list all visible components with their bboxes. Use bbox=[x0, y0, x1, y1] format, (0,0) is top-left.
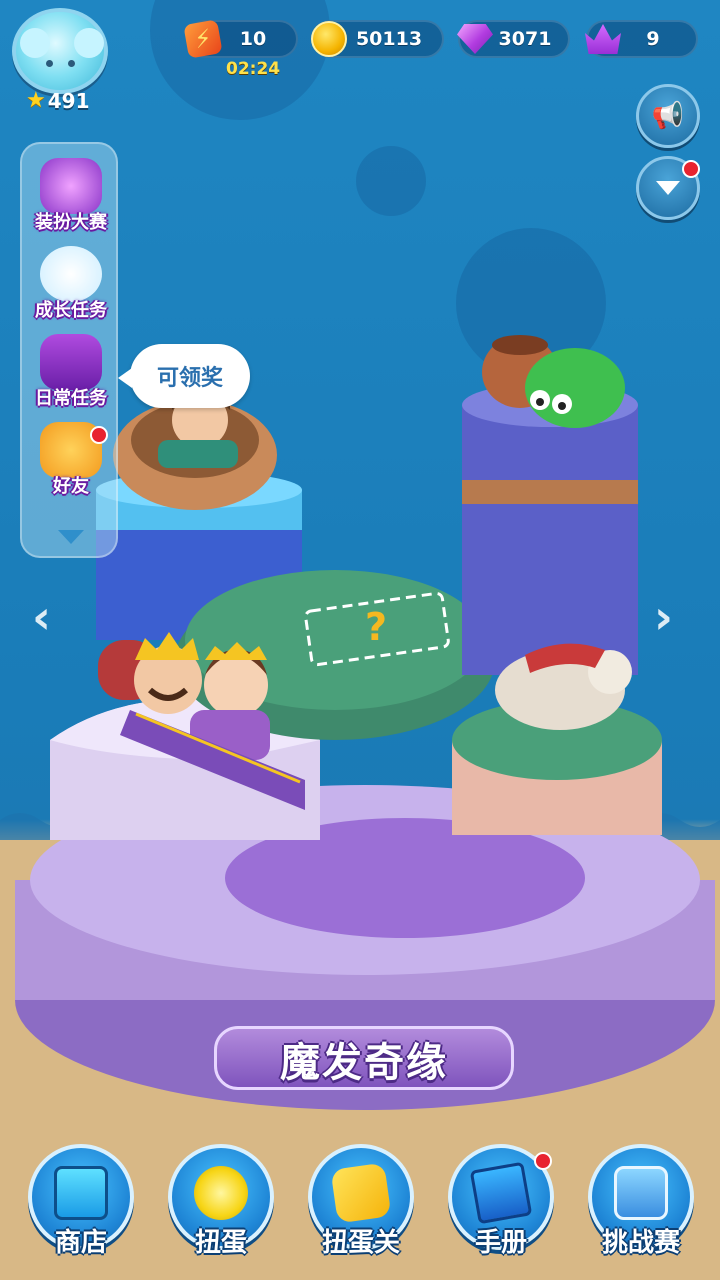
nav-label: 扭蛋关 bbox=[321, 1228, 400, 1258]
challenge-icon bbox=[614, 1166, 668, 1220]
chevron-left-icon[interactable]: ‹ bbox=[32, 590, 51, 644]
megaphone-icon: 📢 bbox=[651, 101, 685, 131]
side-item-dress-up-contest[interactable]: 装扮大赛 bbox=[26, 154, 116, 244]
handbook-icon bbox=[469, 1161, 533, 1225]
side-item-growth-task[interactable]: 成长任务 bbox=[26, 242, 116, 332]
chevron-right-icon[interactable]: › bbox=[654, 590, 673, 644]
nav-challenge-button[interactable]: 挑战赛 bbox=[586, 1138, 696, 1268]
side-menu: 装扮大赛 成长任务 日常任务 好友 bbox=[20, 142, 118, 558]
background-bubble bbox=[356, 146, 426, 216]
side-item-daily-task[interactable]: 日常任务 bbox=[26, 330, 116, 420]
crown-icon bbox=[582, 18, 624, 60]
lightning-icon: ⚡ bbox=[182, 18, 224, 60]
chevron-down-icon bbox=[656, 181, 680, 195]
nav-gacha-level-button[interactable]: 扭蛋关 bbox=[306, 1138, 416, 1268]
background-bubble bbox=[456, 228, 606, 378]
side-item-label: 好友 bbox=[53, 476, 89, 497]
nav-handbook-button[interactable]: 手册 bbox=[446, 1138, 556, 1268]
svg-text:?: ? bbox=[365, 605, 387, 649]
player-avatar-block[interactable]: ★ 491 bbox=[12, 8, 110, 113]
gacha-level-icon bbox=[330, 1162, 392, 1224]
nav-label: 手册 bbox=[474, 1228, 527, 1258]
notification-dot bbox=[534, 1152, 552, 1170]
player-level-value: 491 bbox=[47, 88, 90, 113]
player-level: ★ 491 bbox=[26, 88, 89, 113]
dress-up-contest-icon bbox=[40, 158, 102, 214]
daily-task-icon bbox=[40, 334, 102, 390]
chevron-down-icon[interactable] bbox=[58, 530, 84, 544]
nav-label: 商店 bbox=[54, 1228, 107, 1258]
energy-timer: 02:24 bbox=[226, 59, 281, 79]
shop-icon bbox=[54, 1166, 108, 1220]
energy-counter[interactable]: ⚡ 10 bbox=[183, 19, 298, 59]
reward-tooltip[interactable]: 可领奖 bbox=[118, 344, 250, 408]
side-item-label: 装扮大赛 bbox=[35, 212, 107, 233]
coins-counter[interactable]: 50113 bbox=[311, 20, 444, 58]
side-item-label: 日常任务 bbox=[35, 388, 107, 409]
nav-label: 挑战赛 bbox=[601, 1228, 680, 1258]
announcement-button[interactable]: 📢 bbox=[636, 84, 700, 148]
nav-shop-button[interactable]: 商店 bbox=[26, 1138, 136, 1268]
bottom-nav: 商店 扭蛋 扭蛋关 手册 挑战赛 bbox=[0, 1138, 720, 1268]
notification-dot bbox=[682, 160, 700, 178]
gem-icon bbox=[454, 18, 496, 60]
star-icon: ★ bbox=[26, 88, 46, 113]
growth-task-icon bbox=[40, 246, 102, 302]
crowns-counter[interactable]: 9 bbox=[585, 20, 698, 58]
side-item-label: 成长任务 bbox=[35, 300, 107, 321]
gacha-icon bbox=[194, 1166, 248, 1220]
stage-title: 魔发奇缘 bbox=[280, 1040, 448, 1086]
coin-icon bbox=[308, 18, 350, 60]
avatar[interactable] bbox=[12, 8, 108, 94]
side-item-friends[interactable]: 好友 bbox=[26, 418, 116, 508]
nav-label: 扭蛋 bbox=[194, 1228, 247, 1258]
stage-title-sign: 魔发奇缘 bbox=[214, 997, 515, 1100]
nav-gacha-button[interactable]: 扭蛋 bbox=[166, 1138, 276, 1268]
notification-dot bbox=[90, 426, 108, 444]
gems-counter[interactable]: 3071 bbox=[457, 20, 570, 58]
